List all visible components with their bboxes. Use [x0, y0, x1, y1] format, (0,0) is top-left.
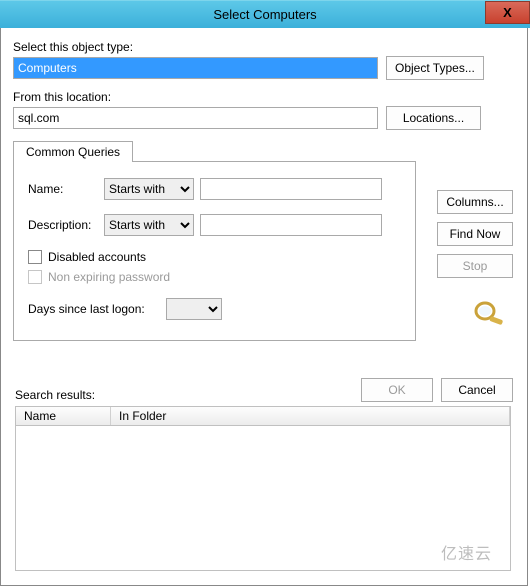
description-label: Description: — [28, 218, 104, 232]
results-body[interactable]: 亿速云 — [15, 426, 511, 571]
name-match-select[interactable]: Starts with — [104, 178, 194, 200]
tab-header: Common Queries — [13, 140, 515, 161]
stop-button[interactable]: Stop — [437, 254, 513, 278]
results-header: Name In Folder — [15, 406, 511, 426]
non-expiring-row: Non expiring password — [28, 270, 401, 284]
name-row: Name: Starts with — [28, 178, 401, 200]
ok-button[interactable]: OK — [361, 378, 433, 402]
find-now-button[interactable]: Find Now — [437, 222, 513, 246]
close-button[interactable]: X — [485, 1, 530, 24]
disabled-accounts-checkbox[interactable] — [28, 250, 42, 264]
magnifier-icon — [471, 300, 505, 326]
location-label: From this location: — [13, 90, 515, 104]
tab-content: Name: Starts with Description: Starts wi… — [13, 161, 416, 341]
object-types-button[interactable]: Object Types... — [386, 56, 484, 80]
disabled-accounts-label: Disabled accounts — [48, 250, 146, 264]
description-match-select[interactable]: Starts with — [104, 214, 194, 236]
non-expiring-checkbox — [28, 270, 42, 284]
days-select[interactable] — [166, 298, 222, 320]
non-expiring-label: Non expiring password — [48, 270, 170, 284]
watermark: 亿速云 — [441, 540, 492, 564]
description-input[interactable] — [200, 214, 382, 236]
name-label: Name: — [28, 182, 104, 196]
ok-cancel-row: OK Cancel — [361, 378, 513, 402]
days-row: Days since last logon: — [28, 298, 401, 320]
column-name[interactable]: Name — [16, 407, 111, 425]
titlebar: Select Computers X — [0, 0, 530, 28]
dialog-body: Select this object type: Object Types...… — [0, 28, 528, 586]
column-in-folder[interactable]: In Folder — [111, 407, 510, 425]
days-label: Days since last logon: — [28, 302, 166, 316]
location-input[interactable] — [13, 107, 378, 129]
columns-button[interactable]: Columns... — [437, 190, 513, 214]
close-icon: X — [503, 5, 512, 20]
locations-button[interactable]: Locations... — [386, 106, 481, 130]
object-type-row: Object Types... — [13, 56, 515, 80]
window-title: Select Computers — [0, 7, 530, 22]
side-buttons: Columns... Find Now Stop — [437, 190, 513, 278]
disabled-accounts-row: Disabled accounts — [28, 250, 401, 264]
description-row: Description: Starts with — [28, 214, 401, 236]
search-results-label: Search results: — [15, 388, 95, 402]
location-row: Locations... — [13, 106, 515, 130]
object-type-label: Select this object type: — [13, 40, 515, 54]
cancel-button[interactable]: Cancel — [441, 378, 513, 402]
object-type-input[interactable] — [13, 57, 378, 79]
name-input[interactable] — [200, 178, 382, 200]
tab-common-queries[interactable]: Common Queries — [13, 141, 133, 162]
